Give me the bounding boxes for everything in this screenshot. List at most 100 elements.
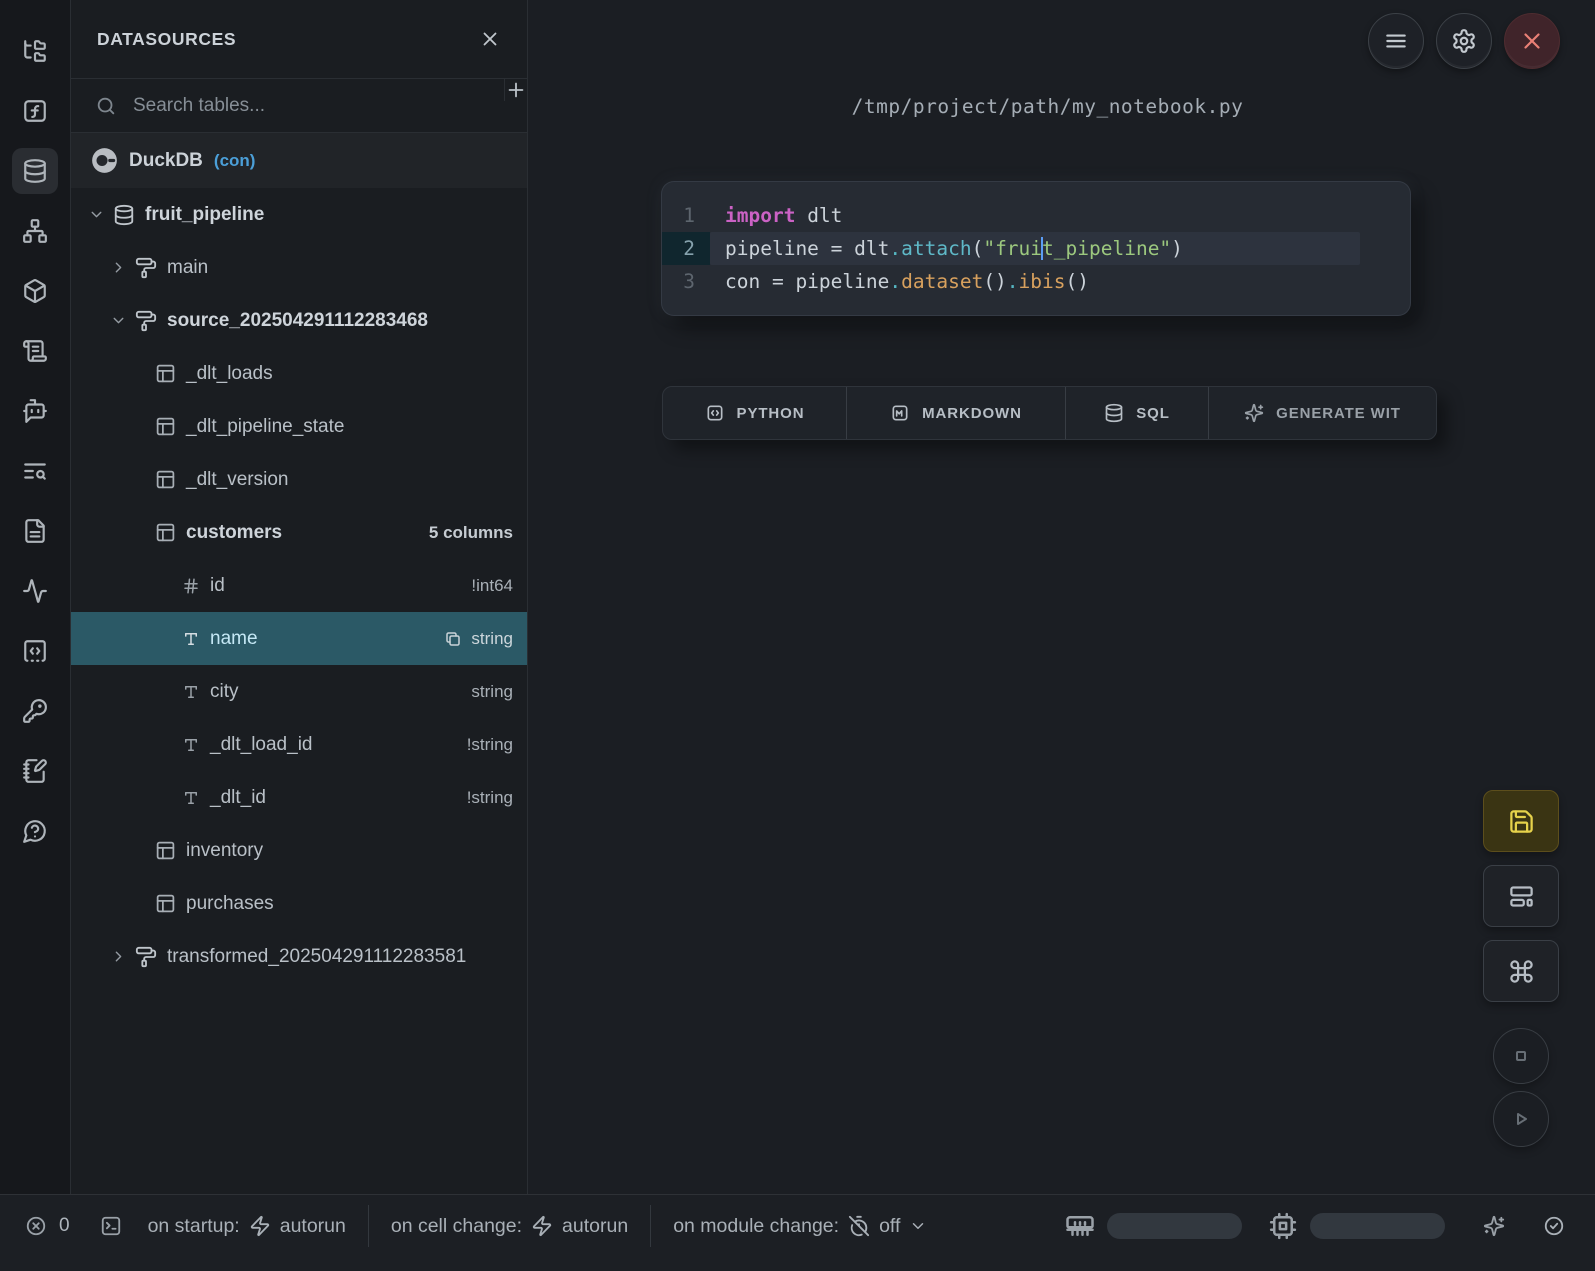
close-app-button[interactable] bbox=[1504, 13, 1560, 69]
activity-variables[interactable] bbox=[12, 568, 58, 614]
app-window: DATASOURCES DuckDB (con) fruit_pipelinem… bbox=[0, 0, 1595, 1271]
add-sql-cell-button[interactable]: SQL bbox=[1066, 387, 1209, 439]
status-bar: 0 on startup:autorunon cell change:autor… bbox=[0, 1194, 1595, 1271]
activity-ai-chat[interactable] bbox=[12, 388, 58, 434]
activity-dependency-graph[interactable] bbox=[12, 208, 58, 254]
setting-label: on startup: bbox=[148, 1215, 240, 1238]
notebook-actions bbox=[1483, 790, 1559, 1147]
code-cell[interactable]: 1import dlt2pipeline = dlt.attach("fruit… bbox=[662, 182, 1410, 315]
search-input[interactable] bbox=[131, 94, 504, 118]
statusbar-divider bbox=[650, 1205, 651, 1247]
cpu-usage-bar bbox=[1310, 1213, 1445, 1239]
text-search-icon bbox=[22, 458, 48, 484]
add-markdown-cell-button[interactable]: MARKDOWN bbox=[847, 387, 1066, 439]
menu-button[interactable] bbox=[1368, 13, 1424, 69]
tree-label: purchases bbox=[186, 893, 274, 915]
paint-roller-icon bbox=[135, 310, 157, 332]
activity-logs[interactable] bbox=[12, 328, 58, 374]
cell-button-label: SQL bbox=[1136, 405, 1170, 422]
function-square-icon bbox=[22, 98, 48, 124]
setting-value: off bbox=[879, 1215, 900, 1238]
activity-functions[interactable] bbox=[12, 88, 58, 134]
activity-scratchpad[interactable] bbox=[12, 748, 58, 794]
tree-row-schema-main[interactable]: main bbox=[71, 241, 527, 294]
activity-snippets[interactable] bbox=[12, 628, 58, 674]
add-cell-toolbar: PYTHON MARKDOWN SQL GENERATE WIT bbox=[662, 386, 1437, 440]
tree-label: fruit_pipeline bbox=[145, 204, 264, 226]
cpu-icon bbox=[1268, 1211, 1298, 1241]
activity-tracebacks[interactable] bbox=[12, 448, 58, 494]
save-button[interactable] bbox=[1483, 790, 1559, 852]
sparkles-icon bbox=[1244, 403, 1264, 423]
help-circle-icon bbox=[22, 818, 48, 844]
activity-datasources[interactable] bbox=[12, 148, 58, 194]
add-python-cell-button[interactable]: PYTHON bbox=[663, 387, 847, 439]
datasource-tree: fruit_pipelinemainsource_202504291112283… bbox=[71, 188, 527, 1194]
code-square-icon bbox=[22, 638, 48, 664]
code-line-1: 1import dlt bbox=[662, 199, 1410, 232]
activity-secrets[interactable] bbox=[12, 688, 58, 734]
database-icon bbox=[1104, 403, 1124, 423]
notebook-pen-icon bbox=[22, 758, 48, 784]
tree-meta: !string bbox=[467, 788, 513, 808]
tree-row-table-inventory[interactable]: inventory bbox=[71, 824, 527, 877]
panel-header: DATASOURCES bbox=[71, 0, 527, 78]
table-icon bbox=[155, 469, 176, 490]
activity-bar bbox=[0, 0, 71, 1194]
activity-help[interactable] bbox=[12, 808, 58, 854]
on-startup-setting[interactable]: on startup:autorun bbox=[148, 1215, 346, 1238]
code-text[interactable]: pipeline = dlt.attach("fruit_pipeline") bbox=[710, 232, 1360, 265]
line-number: 2 bbox=[662, 232, 710, 265]
run-button[interactable] bbox=[1493, 1091, 1549, 1147]
tree-row-col-id[interactable]: id!int64 bbox=[71, 559, 527, 612]
generate-with-ai-button[interactable]: GENERATE WIT bbox=[1209, 387, 1436, 439]
tree-row-table-purchases[interactable]: purchases bbox=[71, 877, 527, 930]
tree-row-fruit-pipeline[interactable]: fruit_pipeline bbox=[71, 188, 527, 241]
duckdb-logo-icon bbox=[91, 147, 118, 174]
tree-meta: 5 columns bbox=[429, 523, 513, 543]
activity-file-explorer[interactable] bbox=[12, 28, 58, 74]
table-icon bbox=[155, 522, 176, 543]
command-palette-button[interactable] bbox=[1483, 940, 1559, 1002]
tree-row-table-dlt-version[interactable]: _dlt_version bbox=[71, 453, 527, 506]
error-count: 0 bbox=[59, 1215, 70, 1237]
tree-label: _dlt_id bbox=[210, 787, 266, 809]
table-icon bbox=[155, 893, 176, 914]
errors-indicator[interactable]: 0 bbox=[25, 1215, 70, 1237]
statusbar-right bbox=[1065, 1211, 1565, 1241]
tree-row-col-dlt-load-id[interactable]: _dlt_load_id!string bbox=[71, 718, 527, 771]
activity-documentation[interactable] bbox=[12, 508, 58, 554]
tree-row-schema-transformed[interactable]: transformed_202504291112283581 bbox=[71, 930, 527, 983]
ai-sparkles-button[interactable] bbox=[1483, 1215, 1505, 1237]
code-text[interactable]: con = pipeline.dataset().ibis() bbox=[710, 265, 1360, 298]
activity-packages[interactable] bbox=[12, 268, 58, 314]
on-cell-change-setting[interactable]: on cell change:autorun bbox=[391, 1215, 628, 1238]
code-text[interactable]: import dlt bbox=[710, 199, 1360, 232]
layout-button[interactable] bbox=[1483, 865, 1559, 927]
tree-label: transformed_202504291112283581 bbox=[167, 946, 466, 968]
key-icon bbox=[22, 698, 48, 724]
stop-button[interactable] bbox=[1493, 1028, 1549, 1084]
connection-row[interactable]: DuckDB (con) bbox=[71, 133, 527, 188]
scroll-text-icon bbox=[22, 338, 48, 364]
tree-row-schema-source[interactable]: source_202504291112283468 bbox=[71, 294, 527, 347]
tree-label: _dlt_pipeline_state bbox=[186, 416, 344, 438]
layout-icon bbox=[1508, 883, 1535, 910]
tree-row-table-customers[interactable]: customers5 columns bbox=[71, 506, 527, 559]
tree-row-col-name[interactable]: namestring bbox=[71, 612, 527, 665]
tree-row-table-dlt-loads[interactable]: _dlt_loads bbox=[71, 347, 527, 400]
tree-row-col-city[interactable]: citystring bbox=[71, 665, 527, 718]
on-module-change-setting[interactable]: on module change:off bbox=[673, 1215, 927, 1238]
code-lines: 1import dlt2pipeline = dlt.attach("fruit… bbox=[662, 199, 1410, 298]
connection-status-icon[interactable] bbox=[1543, 1215, 1565, 1237]
tree-row-col-dlt-id[interactable]: _dlt_id !string bbox=[71, 771, 527, 824]
add-datasource-button[interactable] bbox=[504, 79, 527, 101]
setting-value: autorun bbox=[562, 1215, 628, 1238]
settings-button[interactable] bbox=[1436, 13, 1492, 69]
cell-button-label: PYTHON bbox=[737, 405, 805, 422]
paint-roller-icon bbox=[135, 946, 157, 968]
terminal-button[interactable] bbox=[100, 1215, 122, 1237]
panel-close-button[interactable] bbox=[479, 28, 501, 50]
type-icon bbox=[182, 683, 200, 701]
tree-row-table-dlt-pipeline-state[interactable]: _dlt_pipeline_state bbox=[71, 400, 527, 453]
